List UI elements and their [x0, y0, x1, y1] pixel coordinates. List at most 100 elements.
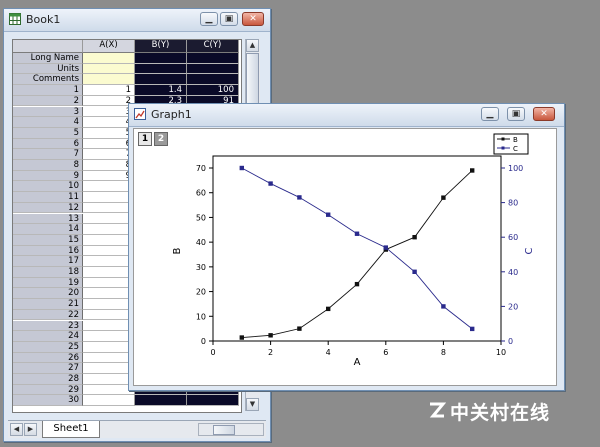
meta-label[interactable]: Comments [13, 74, 83, 86]
cell[interactable] [187, 63, 239, 75]
data-point-c[interactable] [354, 231, 360, 236]
scroll-left-icon[interactable]: ◀ [10, 423, 23, 436]
graph-close-button[interactable]: ✕ [533, 107, 555, 121]
data-point-c[interactable] [268, 181, 273, 186]
data-point-c[interactable] [470, 326, 475, 332]
cell-a[interactable]: 1 [83, 85, 135, 96]
cell[interactable] [135, 74, 187, 86]
row-number[interactable]: 29 [13, 384, 83, 396]
row-number[interactable]: 16 [13, 245, 83, 257]
row-number[interactable]: 22 [13, 309, 83, 321]
row-number[interactable]: 14 [13, 224, 83, 235]
row-number[interactable]: 13 [13, 213, 83, 225]
data-point-c[interactable] [239, 165, 244, 171]
data-point-b[interactable] [297, 326, 302, 331]
column-header-c[interactable]: C(Y) [187, 40, 239, 53]
scroll-right-icon[interactable]: ▶ [24, 423, 37, 436]
close-button[interactable]: ✕ [242, 12, 264, 26]
data-point-c[interactable] [326, 212, 331, 217]
cell[interactable] [83, 74, 135, 86]
corner-cell[interactable] [13, 40, 83, 53]
graph-window[interactable]: Graph1 ▁ ▣ ✕ 1 2 0 2 4 6 8 10 0 10 20 30 40 50 60 70… [128, 103, 565, 391]
meta-label[interactable]: Long Name [13, 53, 83, 64]
row-number[interactable]: 30 [13, 395, 83, 407]
row-number[interactable]: 20 [13, 288, 83, 300]
data-point-b[interactable] [412, 235, 417, 240]
cell-b[interactable] [135, 395, 187, 407]
legend-label-c: C [513, 145, 518, 153]
meta-label[interactable]: Units [13, 63, 83, 75]
y-right-tick-label: 20 [508, 302, 518, 311]
x-tick-label: 0 [210, 348, 215, 357]
row-number[interactable]: 25 [13, 341, 83, 353]
row-number[interactable]: 26 [13, 352, 83, 364]
graph-restore-button[interactable]: ▣ [507, 107, 525, 121]
cell[interactable] [135, 63, 187, 75]
row-number[interactable]: 6 [13, 138, 83, 150]
y-axis-left-label: B [172, 247, 183, 254]
data-point-b[interactable] [268, 333, 273, 338]
cell-b[interactable]: 1.4 [135, 85, 187, 96]
row-number[interactable]: 28 [13, 374, 83, 385]
graph-titlebar[interactable]: Graph1 ▁ ▣ ✕ [129, 104, 564, 127]
y-left-tick-label: 10 [196, 312, 206, 321]
scroll-down-icon[interactable]: ▼ [246, 398, 259, 411]
y-right-tick-label: 60 [508, 233, 518, 242]
minimize-button[interactable]: ▁ [200, 12, 218, 26]
horizontal-scrollbar[interactable] [198, 423, 264, 436]
data-point-b[interactable] [441, 195, 446, 200]
row-number[interactable]: 5 [13, 127, 83, 139]
cell-c[interactable] [187, 395, 239, 407]
scroll-thumb[interactable] [246, 53, 259, 109]
column-header-b[interactable]: B(Y) [135, 40, 187, 53]
column-header-row: A(X) B(Y) C(Y) [13, 40, 239, 53]
data-point-c[interactable] [441, 304, 446, 309]
hscroll-thumb[interactable] [213, 425, 235, 435]
cell[interactable] [135, 53, 187, 64]
row-number[interactable]: 4 [13, 117, 83, 128]
row-number[interactable]: 12 [13, 202, 83, 214]
cell-a[interactable] [83, 395, 135, 407]
row-number[interactable]: 8 [13, 160, 83, 171]
row-number[interactable]: 15 [13, 234, 83, 246]
sheet-tab-sheet1[interactable]: Sheet1 [42, 421, 100, 438]
y-left-tick-label: 70 [196, 164, 206, 173]
row-number[interactable]: 21 [13, 299, 83, 310]
row-number[interactable]: 24 [13, 331, 83, 342]
row-number[interactable]: 19 [13, 277, 83, 289]
data-point-b[interactable] [239, 335, 244, 340]
scroll-up-icon[interactable]: ▲ [246, 39, 259, 52]
data-point-c[interactable] [383, 245, 388, 250]
legend[interactable]: B C [493, 133, 529, 155]
chart[interactable]: 0 2 4 6 8 10 010203040506070 020406080100 A B… [134, 129, 556, 385]
row-number[interactable]: 10 [13, 181, 83, 193]
data-point-c[interactable] [297, 195, 302, 200]
row-number[interactable]: 3 [13, 106, 83, 118]
graph-canvas[interactable]: 1 2 0 2 4 6 8 10 0 10 20 30 40 50 60 70 0 20 40 60 80 100… [133, 128, 557, 386]
data-point-c[interactable] [412, 269, 417, 274]
row-number[interactable]: 18 [13, 267, 83, 278]
row-number[interactable]: 7 [13, 149, 83, 160]
row-number[interactable]: 1 [13, 85, 83, 96]
cell-c[interactable]: 100 [187, 85, 239, 96]
graph-minimize-button[interactable]: ▁ [481, 107, 499, 121]
column-header-a[interactable]: A(X) [83, 40, 135, 53]
cell[interactable] [187, 74, 239, 86]
cell[interactable] [83, 63, 135, 75]
data-point-b[interactable] [354, 281, 360, 287]
y-left-tick-label: 50 [196, 213, 206, 222]
row-number[interactable]: 9 [13, 170, 83, 182]
row-number[interactable]: 27 [13, 363, 83, 374]
row-number[interactable]: 11 [13, 192, 83, 203]
workbook-titlebar[interactable]: Book1 ▁ ▣ ✕ [4, 9, 270, 32]
row-number[interactable]: 2 [13, 95, 83, 107]
series-line-b [241, 170, 473, 338]
data-point-b[interactable] [326, 306, 331, 312]
restore-button[interactable]: ▣ [220, 12, 238, 26]
row-number[interactable]: 23 [13, 320, 83, 332]
y-axis-right-label: C [524, 247, 535, 254]
data-point-b[interactable] [470, 168, 475, 173]
cell[interactable] [187, 53, 239, 64]
cell[interactable] [83, 53, 135, 64]
row-number[interactable]: 17 [13, 256, 83, 267]
